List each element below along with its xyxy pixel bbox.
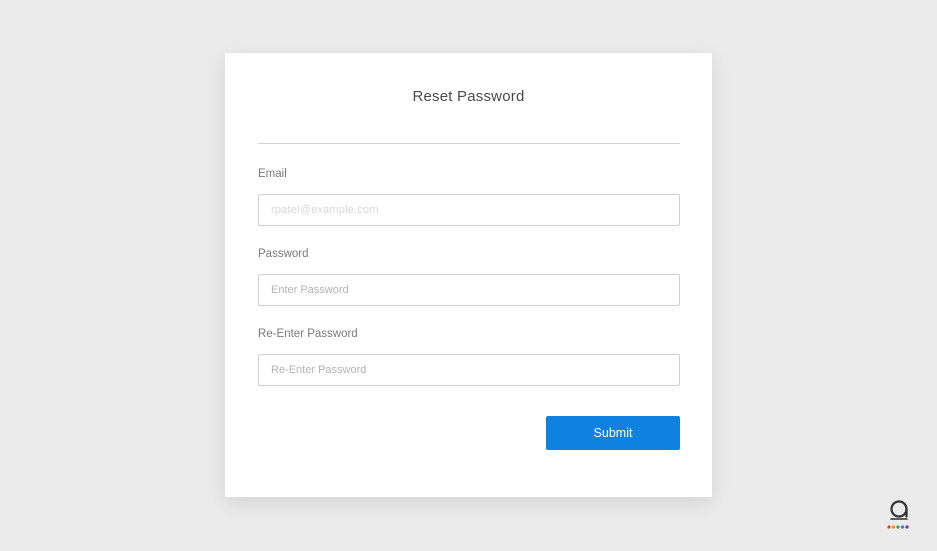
email-label: Email <box>258 168 287 180</box>
submit-button[interactable]: Submit <box>546 416 680 450</box>
reset-password-card: Reset Password Email Password Re-Enter P… <box>225 53 712 497</box>
page-title: Reset Password <box>412 88 525 105</box>
title-divider <box>258 143 680 144</box>
reenter-password-field[interactable] <box>258 354 680 386</box>
reenter-password-label: Re-Enter Password <box>258 328 358 340</box>
password-field[interactable] <box>258 274 680 306</box>
password-label: Password <box>258 248 309 260</box>
brand-logo-icon[interactable] <box>883 497 913 531</box>
email-field[interactable] <box>258 194 680 226</box>
